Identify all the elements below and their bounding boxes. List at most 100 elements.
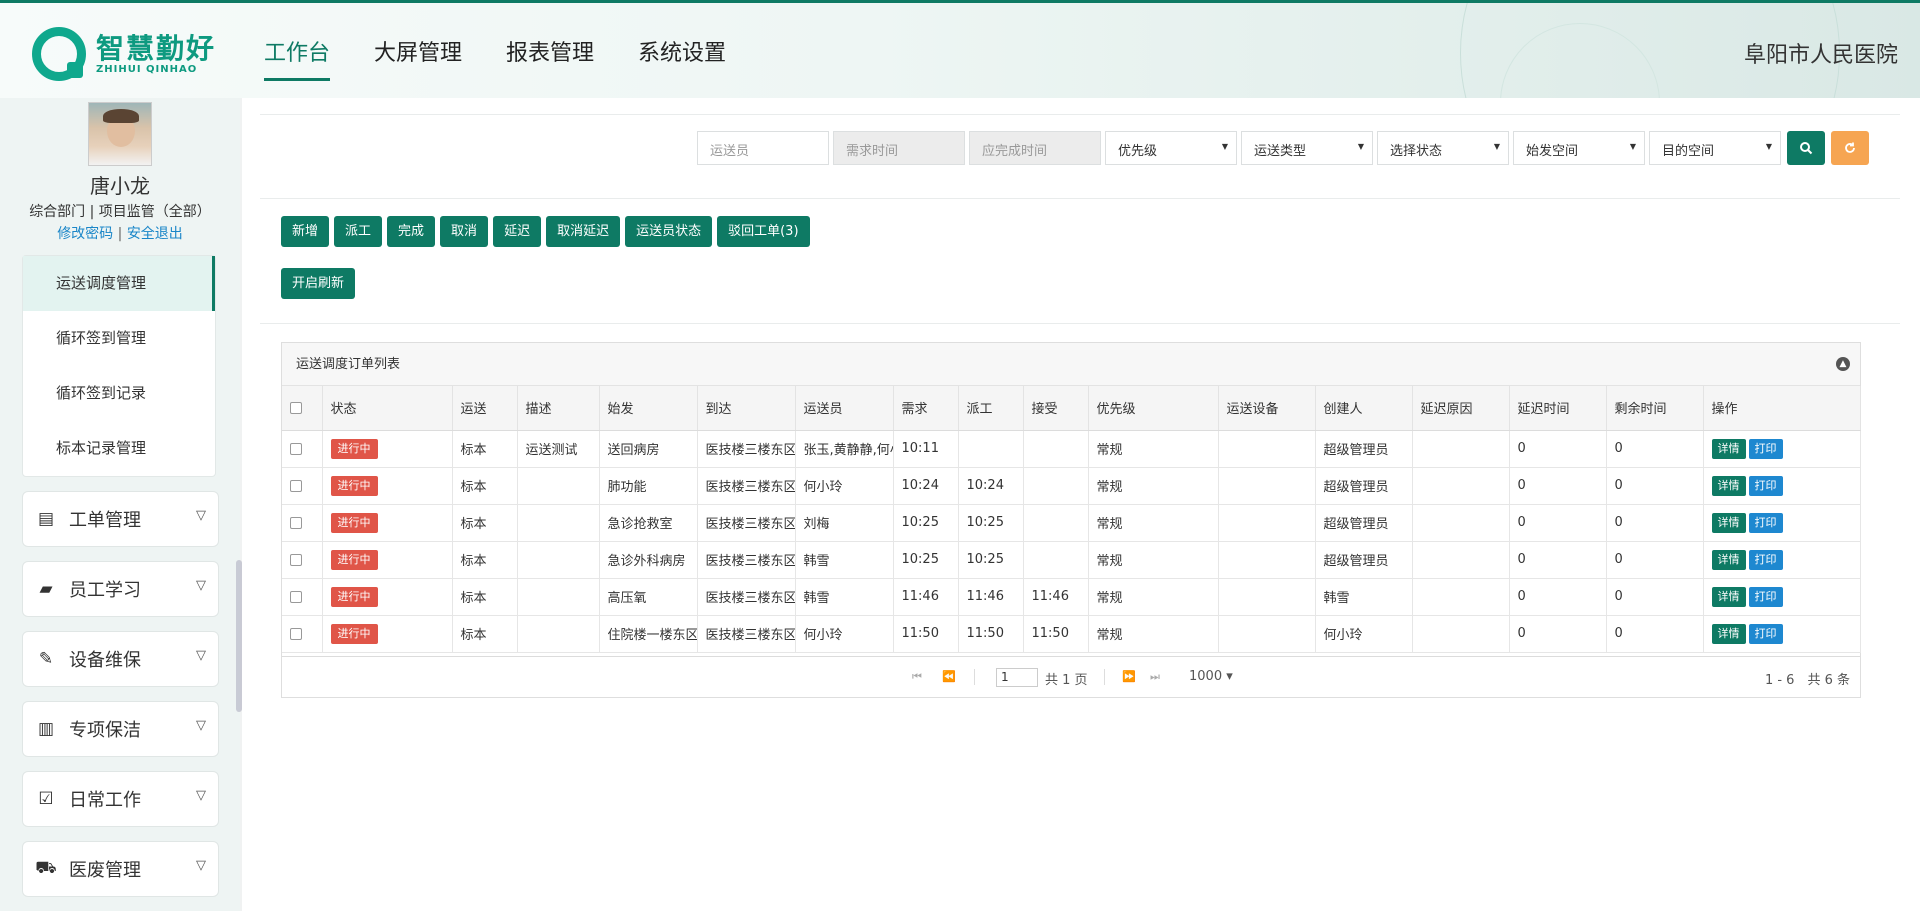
subnav-specimen-records[interactable]: 标本记录管理 — [23, 421, 215, 476]
cell-dispatch — [958, 430, 1024, 468]
priority-select[interactable]: 优先级 — [1105, 131, 1237, 165]
origin-select[interactable]: 始发空间 — [1513, 131, 1645, 165]
column-header[interactable]: 到达 — [697, 386, 796, 431]
row-select-cell[interactable] — [282, 430, 323, 468]
print-button[interactable]: 打印 — [1748, 586, 1783, 607]
menu-daily-work[interactable]: ☑ 日常工作 ▽ — [22, 771, 219, 827]
print-button[interactable]: 打印 — [1748, 549, 1783, 570]
row-select-cell[interactable] — [282, 578, 323, 616]
row-checkbox[interactable] — [290, 590, 302, 603]
column-header[interactable]: 优先级 — [1088, 386, 1219, 431]
row-select-cell[interactable] — [282, 504, 323, 542]
table-row[interactable]: 进行中 标本 急诊外科病房 医技楼三楼东区 韩雪 10:25 10:25 常规 超级管理员 0 0 详… — [282, 541, 1861, 579]
print-button[interactable]: 打印 — [1748, 512, 1783, 533]
row-select-cell[interactable] — [282, 467, 323, 505]
cancel-button[interactable]: 取消 — [440, 216, 489, 247]
cell-demand: 10:11 — [893, 430, 959, 468]
logout-link[interactable]: 安全退出 — [127, 226, 183, 242]
detail-button[interactable]: 详情 — [1711, 512, 1746, 533]
complete-button[interactable]: 完成 — [387, 216, 436, 247]
table-row[interactable]: 进行中 标本 高压氧 医技楼三楼东区 韩雪 11:46 11:46 11:46 常规 韩雪 0 0 详情… — [282, 578, 1861, 616]
demand-time-input[interactable]: 需求时间 — [833, 131, 965, 165]
column-header[interactable]: 操作 — [1703, 386, 1861, 431]
add-button[interactable]: 新增 — [281, 216, 330, 247]
table-row[interactable]: 进行中 标本 急诊抢救室 医技楼三楼东区 刘梅 10:25 10:25 常规 超级管理员 0 0 详情… — [282, 504, 1861, 542]
next-page-icon[interactable]: ⏩ — [1122, 670, 1136, 683]
menu-medical-waste[interactable]: ⛟ 医废管理 ▽ — [22, 841, 219, 897]
first-page-icon[interactable]: ⏮ — [912, 670, 922, 684]
column-header[interactable]: 状态 — [322, 386, 453, 431]
select-all-cell[interactable] — [282, 386, 323, 431]
column-header[interactable]: 派工 — [958, 386, 1024, 431]
table-row[interactable]: 进行中 标本 住院楼一楼东区 医技楼三楼东区 何小玲 11:50 11:50 11:50 常规何… — [282, 615, 1861, 653]
column-header[interactable]: 延迟原因 — [1412, 386, 1510, 431]
row-checkbox[interactable] — [290, 442, 302, 455]
column-header[interactable]: 运送员 — [795, 386, 894, 431]
divider — [260, 114, 1900, 115]
page-size-select[interactable]: 1000 ▾ — [1189, 669, 1233, 684]
due-time-input[interactable]: 应完成时间 — [969, 131, 1101, 165]
menu-equipment-maintenance[interactable]: ✎ 设备维保 ▽ — [22, 631, 219, 687]
app-logo[interactable]: 智慧勤好 ZHIHUI QINHAO — [32, 27, 216, 81]
last-page-icon[interactable]: ⏭ — [1150, 670, 1160, 684]
status-badge: 进行中 — [330, 623, 378, 644]
transporter-input[interactable]: 运送员 — [697, 131, 829, 165]
column-header[interactable]: 创建人 — [1315, 386, 1413, 431]
menu-staff-learning[interactable]: ▰ 员工学习 ▽ — [22, 561, 219, 617]
column-header[interactable]: 剩余时间 — [1606, 386, 1704, 431]
cell-type: 标本 — [452, 504, 518, 542]
action-toolbar: 新增 派工 完成 取消 延迟 取消延迟 运送员状态 驳回工单(3) 开启刷新 — [281, 216, 901, 320]
detail-button[interactable]: 详情 — [1711, 438, 1746, 459]
row-select-cell[interactable] — [282, 615, 323, 653]
detail-button[interactable]: 详情 — [1711, 549, 1746, 570]
nav-workbench[interactable]: 工作台 — [264, 3, 331, 81]
menu-label: 工单管理 — [69, 510, 141, 531]
reset-button[interactable] — [1831, 131, 1869, 165]
detail-button[interactable]: 详情 — [1711, 623, 1746, 644]
collapse-up-icon[interactable]: ▲ — [1836, 357, 1850, 371]
staff-status-button[interactable]: 运送员状态 — [625, 216, 713, 247]
column-header[interactable]: 运送设备 — [1218, 386, 1316, 431]
row-select-cell[interactable] — [282, 541, 323, 579]
column-header[interactable]: 需求 — [893, 386, 959, 431]
menu-work-orders[interactable]: ▤ 工单管理 ▽ — [22, 491, 219, 547]
status-select[interactable]: 选择状态 — [1377, 131, 1509, 165]
dispatch-button[interactable]: 派工 — [334, 216, 383, 247]
page-number-input[interactable]: 1 — [996, 668, 1038, 687]
subnav-cycle-checkin-records[interactable]: 循环签到记录 — [23, 366, 215, 421]
row-checkbox[interactable] — [290, 553, 302, 566]
column-header[interactable]: 接受 — [1023, 386, 1089, 431]
cell-demand: 11:46 — [893, 578, 959, 616]
column-header[interactable]: 描述 — [517, 386, 600, 431]
delay-button[interactable]: 延迟 — [493, 216, 542, 247]
detail-button[interactable]: 详情 — [1711, 586, 1746, 607]
transport-type-select[interactable]: 运送类型 — [1241, 131, 1373, 165]
cell-delay-time: 0 — [1509, 541, 1607, 579]
change-password-link[interactable]: 修改密码 — [57, 226, 113, 242]
prev-page-icon[interactable]: ⏪ — [942, 670, 956, 683]
row-checkbox[interactable] — [290, 479, 302, 492]
row-checkbox[interactable] — [290, 516, 302, 529]
print-button[interactable]: 打印 — [1748, 623, 1783, 644]
table-row[interactable]: 进行中 标本 肺功能 医技楼三楼东区 何小玲 10:24 10:24 常规 超级管理员 0 0 详情打… — [282, 467, 1861, 505]
cancel-delay-button[interactable]: 取消延迟 — [546, 216, 621, 247]
print-button[interactable]: 打印 — [1748, 475, 1783, 496]
column-header[interactable]: 运送 — [452, 386, 518, 431]
search-button[interactable] — [1787, 131, 1825, 165]
print-button[interactable]: 打印 — [1748, 438, 1783, 459]
table-row[interactable]: 进行中 标本运送测试送回病房医技楼三楼东区张玉,黄静静,何小玲10:11 常规 超级管… — [282, 430, 1861, 468]
row-checkbox[interactable] — [290, 627, 302, 640]
detail-button[interactable]: 详情 — [1711, 475, 1746, 496]
select-all-checkbox[interactable] — [290, 401, 302, 414]
subnav-cycle-checkin-management[interactable]: 循环签到管理 — [23, 311, 215, 366]
subnav-transport-dispatch[interactable]: 运送调度管理 — [23, 256, 215, 311]
nav-report-management[interactable]: 报表管理 — [506, 3, 594, 81]
rejected-orders-button[interactable]: 驳回工单(3) — [717, 216, 810, 247]
auto-refresh-button[interactable]: 开启刷新 — [281, 268, 356, 299]
destination-select[interactable]: 目的空间 — [1649, 131, 1781, 165]
column-header[interactable]: 始发 — [599, 386, 698, 431]
column-header[interactable]: 延迟时间 — [1509, 386, 1607, 431]
nav-screen-management[interactable]: 大屏管理 — [374, 3, 462, 81]
menu-special-cleaning[interactable]: ▥ 专项保洁 ▽ — [22, 701, 219, 757]
nav-system-settings[interactable]: 系统设置 — [638, 3, 726, 81]
